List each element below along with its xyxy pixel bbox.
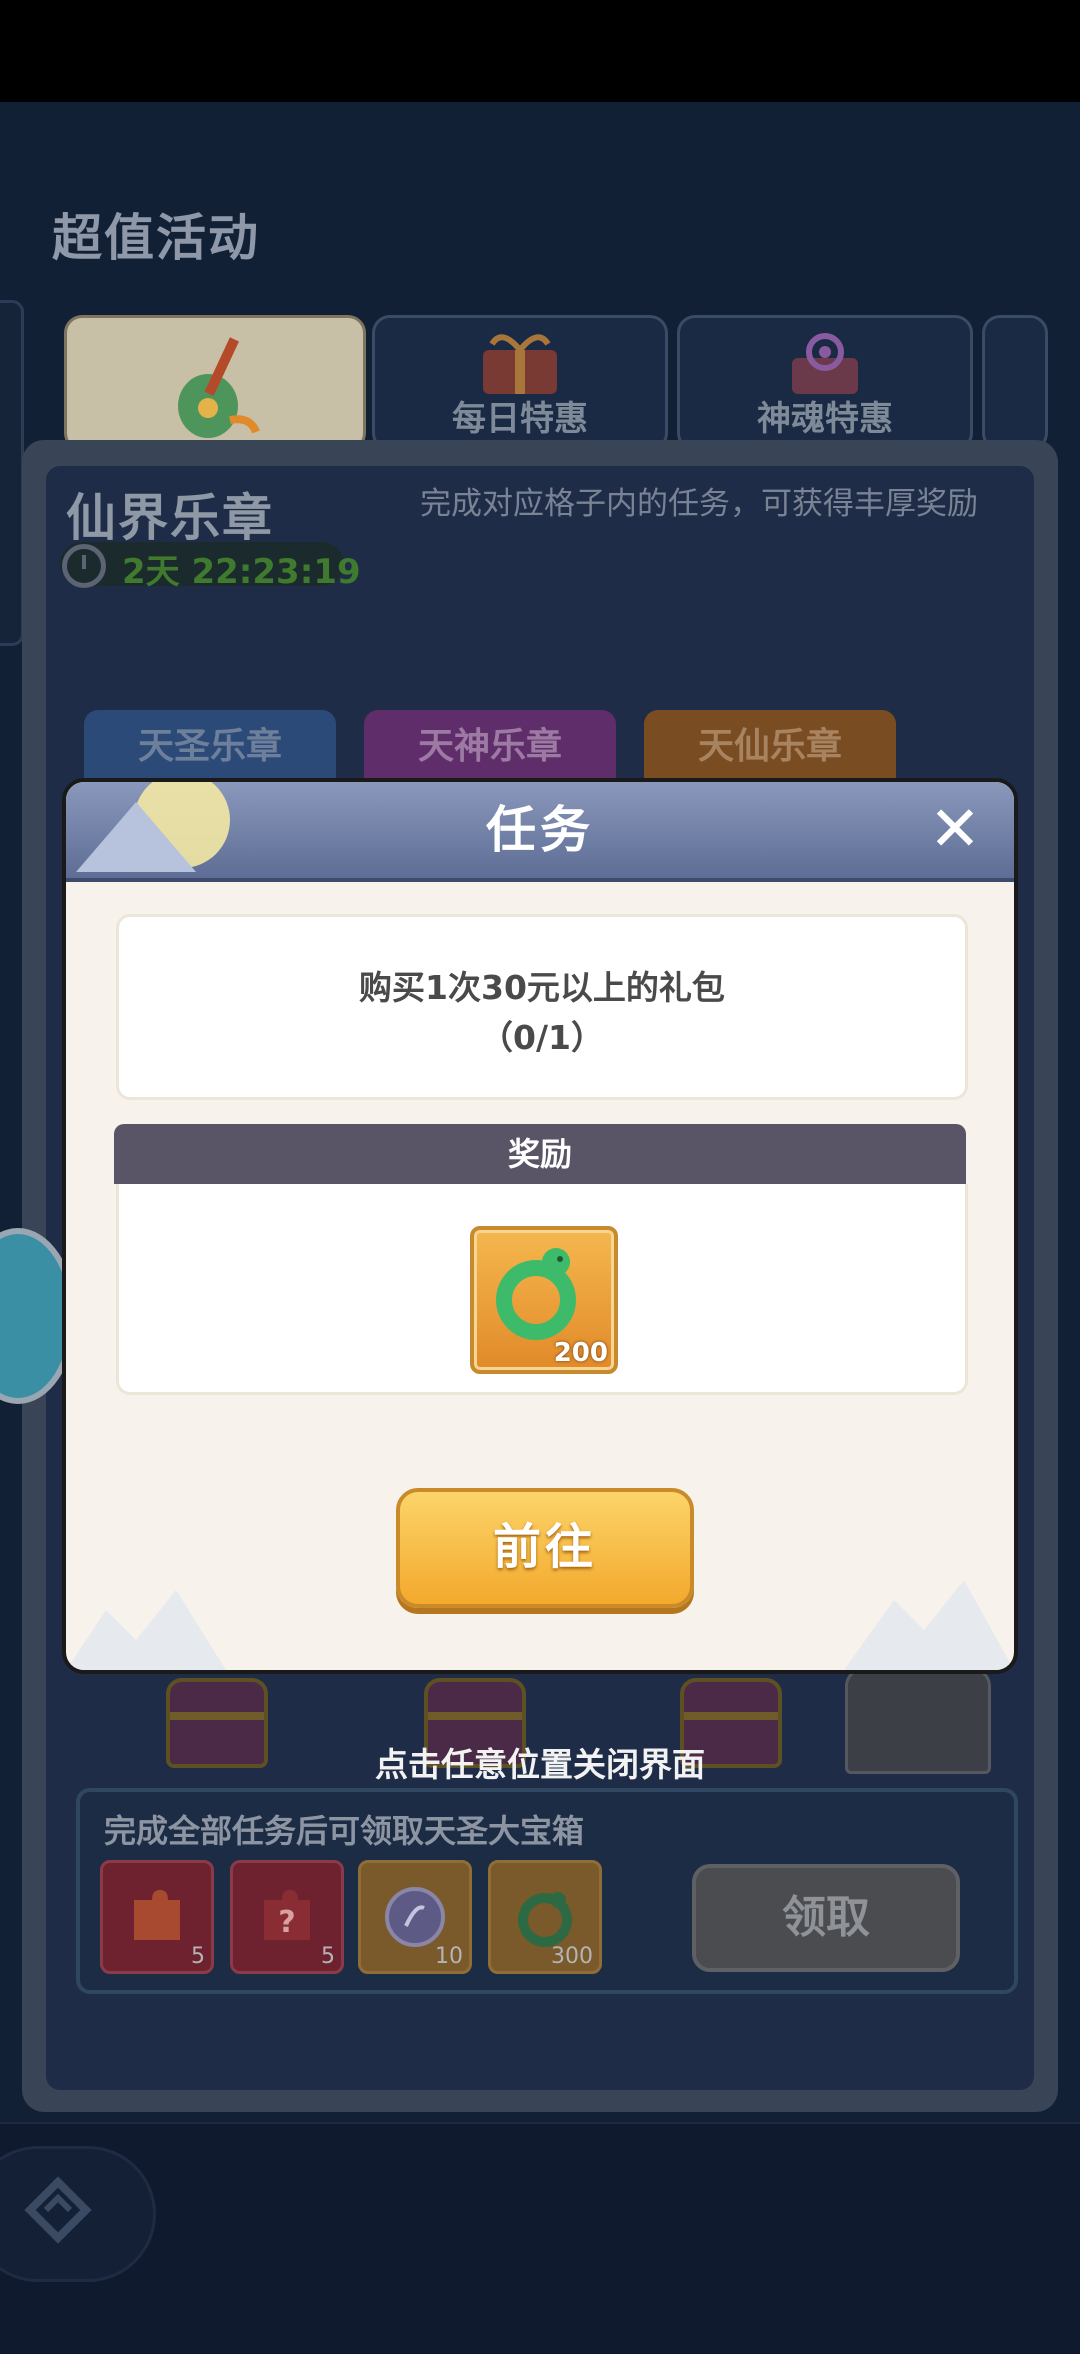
spirit-coin-icon bbox=[385, 1887, 445, 1947]
tab-event-lute[interactable] bbox=[64, 315, 366, 451]
close-hint: 点击任意位置关闭界面 bbox=[375, 1745, 705, 1784]
tab-label: 每日特惠 bbox=[452, 399, 588, 439]
dialog-title: 任务 bbox=[486, 801, 594, 859]
grand-reward-text: 完成全部任务后可领取天圣大宝箱 bbox=[104, 1812, 585, 1850]
event-description: 完成对应格子内的任务，可获得丰厚奖励 bbox=[420, 486, 978, 522]
reward-item[interactable]: 200 bbox=[470, 1226, 618, 1374]
claim-button[interactable]: 领取 bbox=[692, 1864, 960, 1972]
mystery-puzzle-icon: ? bbox=[264, 1890, 310, 1940]
svg-text:?: ? bbox=[278, 1905, 295, 1940]
task-box: 购买1次30元以上的礼包 （0/1） bbox=[116, 914, 968, 1100]
cloud-decoration bbox=[66, 1590, 226, 1670]
task-description: 购买1次30元以上的礼包 bbox=[359, 968, 725, 1007]
jade-dragon-icon bbox=[518, 1892, 572, 1947]
puzzle-piece-icon bbox=[134, 1890, 180, 1940]
clock-icon bbox=[62, 544, 106, 588]
reward-item[interactable]: ? 5 bbox=[230, 1860, 344, 1974]
item-count: 300 bbox=[551, 1944, 593, 1969]
cloud-decoration bbox=[844, 1580, 1014, 1670]
item-count: 5 bbox=[321, 1944, 335, 1969]
page-title: 超值活动 bbox=[52, 209, 260, 267]
item-count: 5 bbox=[191, 1944, 205, 1969]
tab-label: 神魂特惠 bbox=[757, 399, 893, 439]
bottom-bar bbox=[0, 2122, 1080, 2354]
sub-tab-tianshen[interactable]: 天神乐章 bbox=[364, 710, 616, 784]
reward-header: 奖励 bbox=[114, 1124, 966, 1184]
reward-count: 200 bbox=[553, 1338, 608, 1368]
task-progress: （0/1） bbox=[480, 1018, 604, 1057]
left-edge-tab[interactable] bbox=[0, 300, 24, 646]
lute-icon bbox=[178, 337, 260, 438]
close-icon[interactable]: ✕ bbox=[920, 794, 990, 864]
home-icon bbox=[24, 2176, 92, 2244]
sub-tab-tianxian[interactable]: 天仙乐章 bbox=[644, 710, 896, 784]
reward-item[interactable]: 10 bbox=[358, 1860, 472, 1974]
tab-more[interactable] bbox=[982, 315, 1048, 451]
status-bar bbox=[0, 0, 1080, 102]
reward-item[interactable]: 300 bbox=[488, 1860, 602, 1974]
go-button[interactable]: 前往 bbox=[396, 1488, 694, 1608]
event-timer: 2天 22:23:19 bbox=[122, 552, 361, 592]
dialog-header: 任务 ✕ bbox=[66, 782, 1014, 882]
spirit-gift-icon bbox=[792, 333, 858, 394]
tab-daily-deal[interactable]: 每日特惠 bbox=[372, 315, 668, 451]
sub-tab-tiansheng[interactable]: 天圣乐章 bbox=[84, 710, 336, 784]
reward-item[interactable]: 5 bbox=[100, 1860, 214, 1974]
item-count: 10 bbox=[435, 1944, 463, 1969]
task-dialog: 任务 ✕ 购买1次30元以上的礼包 （0/1） 奖励 200 前往 bbox=[62, 778, 1018, 1674]
event-title: 仙界乐章 bbox=[66, 489, 274, 547]
tab-spirit-deal[interactable]: 神魂特惠 bbox=[677, 315, 973, 451]
gift-box-icon bbox=[483, 334, 557, 394]
